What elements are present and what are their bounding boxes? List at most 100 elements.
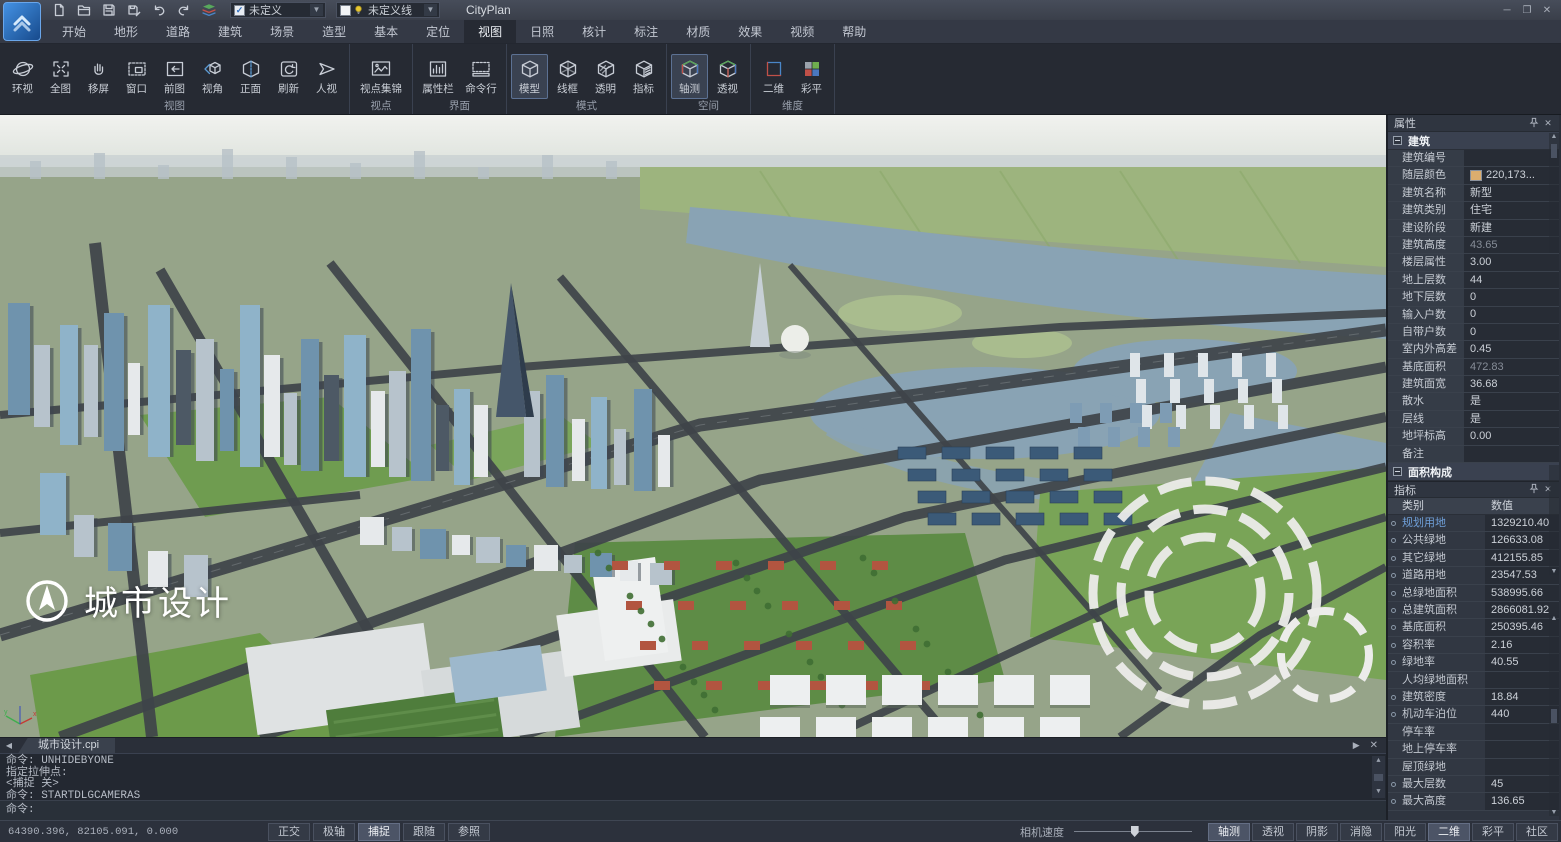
compass-north-icon[interactable] [24, 578, 70, 624]
save-as-button[interactable] [125, 2, 143, 18]
command-history[interactable]: ▲ ▼ 命令: UNHIDEBYONE指定拉伸点:<捕捉 关>命令: START… [0, 753, 1386, 800]
property-value[interactable]: 0.00 [1464, 428, 1559, 444]
redo-button[interactable] [175, 2, 193, 18]
ribbon-button-window-zoom[interactable]: 窗口 [118, 54, 155, 99]
scroll-up-icon[interactable]: ▲ [1376, 756, 1380, 768]
new-file-button[interactable] [50, 2, 68, 18]
property-value[interactable]: 3.00 [1464, 254, 1559, 270]
pin-icon[interactable] [1527, 483, 1541, 496]
ribbon-tab-3[interactable]: 建筑 [204, 20, 256, 43]
ribbon-button-two-d[interactable]: 二维 [755, 54, 792, 99]
ribbon-button-cube-transparent[interactable]: 透明 [587, 54, 624, 99]
property-value[interactable]: 472.83 [1464, 359, 1559, 375]
close-panel-icon[interactable]: ✕ [1541, 118, 1555, 129]
ribbon-tab-10[interactable]: 核计 [568, 20, 620, 43]
indicator-row[interactable]: 总建筑面积2866081.92 [1388, 602, 1559, 619]
property-value[interactable]: 220,173... [1464, 167, 1559, 183]
snap-toggle-3[interactable]: 跟随 [403, 823, 445, 841]
ribbon-button-pan[interactable]: 移屏 [80, 54, 117, 99]
linetype-combo[interactable]: 未定义线 ▼ [336, 2, 440, 18]
property-value[interactable]: 是 [1464, 411, 1559, 427]
indicator-row[interactable]: 公共绿地126633.08 [1388, 532, 1559, 549]
ribbon-tab-6[interactable]: 基本 [360, 20, 412, 43]
indicator-row[interactable]: 最大层数45 [1388, 776, 1559, 793]
ribbon-tab-0[interactable]: 开始 [48, 20, 100, 43]
view-toggle-7[interactable]: 社区 [1516, 823, 1558, 841]
property-value[interactable] [1464, 446, 1559, 462]
ribbon-tab-11[interactable]: 标注 [620, 20, 672, 43]
property-value[interactable]: 住宅 [1464, 202, 1559, 218]
ribbon-tab-14[interactable]: 视频 [776, 20, 828, 43]
indicator-row[interactable]: 机动车泊位440 [1388, 706, 1559, 723]
collapse-icon[interactable] [1393, 136, 1402, 145]
ribbon-tab-2[interactable]: 道路 [152, 20, 204, 43]
indicator-row[interactable]: 屋顶绿地 [1388, 759, 1559, 776]
color-swatch[interactable] [1470, 170, 1482, 181]
indicator-row[interactable]: 道路用地23547.53 [1388, 567, 1559, 584]
scroll-up-icon[interactable]: ▲ [1551, 133, 1558, 140]
ribbon-tab-8[interactable]: 视图 [464, 20, 516, 43]
property-value[interactable]: 0 [1464, 324, 1559, 340]
tab-scroll-left-icon[interactable]: ◀ [0, 741, 18, 750]
property-value[interactable] [1464, 150, 1559, 166]
indicator-row[interactable]: 建筑密度18.84 [1388, 689, 1559, 706]
indicator-row[interactable]: 绿地率40.55 [1388, 654, 1559, 671]
layer-visibility-checkbox[interactable]: ✓ [234, 5, 245, 16]
ribbon-button-refresh[interactable]: 刷新 [270, 54, 307, 99]
ribbon-button-axonometric[interactable]: 轴测 [671, 54, 708, 99]
property-value[interactable]: 新型 [1464, 185, 1559, 201]
indicator-row[interactable]: 规划用地1329210.40 [1388, 515, 1559, 532]
chevron-down-icon[interactable]: ▼ [310, 4, 323, 16]
app-logo[interactable] [3, 2, 41, 41]
ribbon-button-cube-indicator[interactable]: 指标 [625, 54, 662, 99]
view-toggle-3[interactable]: 消隐 [1340, 823, 1382, 841]
ribbon-tab-9[interactable]: 日照 [516, 20, 568, 43]
scroll-up-icon[interactable]: ▲ [1551, 615, 1558, 622]
view-toggle-2[interactable]: 阴影 [1296, 823, 1338, 841]
view-toggle-5[interactable]: 二维 [1428, 823, 1470, 841]
ribbon-button-perspective[interactable]: 透视 [709, 54, 746, 99]
indicator-row[interactable]: 停车率 [1388, 724, 1559, 741]
property-value[interactable]: 新建 [1464, 220, 1559, 236]
undo-button[interactable] [150, 2, 168, 18]
property-value[interactable]: 43.65 [1464, 237, 1559, 253]
scroll-down-icon[interactable]: ▼ [1551, 568, 1558, 575]
indicator-row[interactable]: 总绿地面积538995.66 [1388, 585, 1559, 602]
indicator-row[interactable]: 其它绿地412155.85 [1388, 550, 1559, 567]
viewport-3d-canvas[interactable]: 城市设计 xy [0, 115, 1386, 737]
ribbon-tab-12[interactable]: 材质 [672, 20, 724, 43]
snap-toggle-4[interactable]: 参照 [448, 823, 490, 841]
ribbon-tab-15[interactable]: 帮助 [828, 20, 880, 43]
slider-thumb[interactable] [1131, 826, 1139, 837]
ribbon-button-person-view[interactable]: 人视 [308, 54, 345, 99]
ribbon-button-front-view[interactable]: 正面 [232, 54, 269, 99]
ribbon-button-color-plan[interactable]: 彩平 [793, 54, 830, 99]
indicator-row[interactable]: 地上停车率 [1388, 741, 1559, 758]
ribbon-button-viewpoint-collection[interactable]: 视点集锦 [354, 54, 408, 99]
scrollbar-thumb[interactable] [1551, 709, 1557, 723]
snap-toggle-2[interactable]: 捕捉 [358, 823, 400, 841]
layer-combo[interactable]: ✓ 未定义 ▼ [230, 2, 326, 18]
ribbon-button-cube-wireframe[interactable]: 线框 [549, 54, 586, 99]
tab-close-icon[interactable]: ✕ [1370, 740, 1378, 751]
ribbon-tab-7[interactable]: 定位 [412, 20, 464, 43]
indicator-row[interactable]: 最大高度136.65 [1388, 793, 1559, 810]
command-scrollbar[interactable]: ▲ ▼ [1372, 756, 1385, 798]
collapse-icon[interactable] [1393, 467, 1402, 476]
properties-scrollbar-bottom[interactable]: ▼ [1549, 465, 1559, 575]
ribbon-button-view-angle[interactable]: 视角 [194, 54, 231, 99]
command-prompt[interactable]: 命令: [0, 800, 1386, 820]
section-header-area-composition[interactable]: 面积构成 [1388, 463, 1559, 481]
property-value[interactable]: 是 [1464, 393, 1559, 409]
ribbon-button-property-bar[interactable]: 属性栏 [417, 54, 459, 99]
open-folder-button[interactable] [75, 2, 93, 18]
property-value[interactable]: 44 [1464, 272, 1559, 288]
ribbon-button-previous-view[interactable]: 前图 [156, 54, 193, 99]
indicator-row[interactable]: 容积率2.16 [1388, 637, 1559, 654]
properties-scrollbar[interactable]: ▲ [1549, 133, 1559, 253]
indicator-row[interactable]: 基底面积250395.46 [1388, 619, 1559, 636]
pin-icon[interactable] [1527, 117, 1541, 130]
ribbon-button-orbit[interactable]: 环视 [4, 54, 41, 99]
ribbon-tab-5[interactable]: 造型 [308, 20, 360, 43]
ribbon-tab-13[interactable]: 效果 [724, 20, 776, 43]
